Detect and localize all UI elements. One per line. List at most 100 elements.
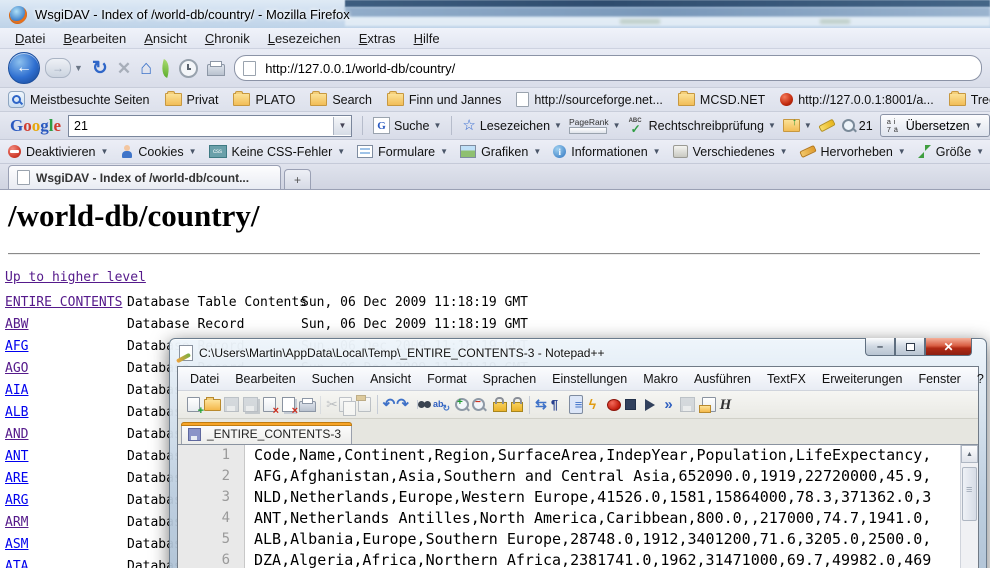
menu-item[interactable]: Hilfe [405, 31, 449, 46]
menu-item[interactable]: Chronik [196, 31, 259, 46]
webdev-item[interactable]: Größe ▼ [918, 145, 984, 159]
listing-link[interactable]: AIA [5, 380, 127, 402]
google-search-input[interactable] [69, 118, 333, 134]
spellcheck-button[interactable]: Rechtschreibprüfung ▼ [628, 118, 776, 133]
forward-button[interactable]: → [45, 58, 71, 78]
menu-item[interactable]: Datei [6, 31, 54, 46]
scroll-up-icon[interactable]: ▲ [961, 445, 978, 463]
toolbar-button[interactable] [564, 395, 583, 414]
menu-item[interactable]: Erweiterungen [814, 372, 911, 386]
dropdown-caret-icon[interactable]: ▼ [189, 147, 197, 156]
history-clock-icon[interactable] [179, 59, 198, 78]
menu-item[interactable]: Bearbeiten [54, 31, 135, 46]
print-button[interactable] [207, 64, 225, 76]
toolbar-button[interactable] [184, 395, 203, 414]
menu-item[interactable]: Einstellungen [544, 372, 635, 386]
toolbar-button[interactable] [355, 395, 374, 414]
bookmark-item[interactable]: http://127.0.0.1:8001/a... [780, 93, 934, 107]
bookmark-item[interactable]: MCSD.NET [678, 93, 765, 107]
toolbar-button[interactable] [317, 395, 336, 414]
toolbar-button[interactable] [526, 395, 545, 414]
dropdown-caret-icon[interactable]: ▼ [975, 121, 983, 130]
webdev-item[interactable]: Hervorheben ▼ [800, 145, 906, 159]
menu-item[interactable]: ? [969, 372, 990, 386]
stop-button[interactable]: ✕ [117, 60, 131, 77]
home-button[interactable]: ⌂ [140, 58, 152, 78]
toolbar-button[interactable] [260, 395, 279, 414]
close-button[interactable]: ✕ [925, 338, 972, 356]
toolbar-button[interactable] [336, 395, 355, 414]
new-tab-button[interactable]: + [284, 169, 311, 189]
url-bar[interactable] [234, 55, 982, 81]
notepad-titlebar[interactable]: C:\Users\Martin\AppData\Local\Temp\_ENTI… [170, 339, 986, 366]
listing-link[interactable]: ENTIRE CONTENTS [5, 292, 127, 314]
toolbar-button[interactable] [412, 395, 431, 414]
toolbar-button[interactable] [488, 395, 507, 414]
bookmark-item[interactable]: Tree Samples [949, 93, 990, 107]
listing-link[interactable]: ASM [5, 534, 127, 556]
dropdown-caret-icon[interactable]: ▼ [613, 121, 621, 130]
webdev-item[interactable]: Informationen ▼ [553, 145, 660, 159]
translate-button[interactable]: ai7ä Übersetzen ▼ [880, 114, 990, 137]
toolbar-button[interactable] [241, 395, 260, 414]
bookmark-item[interactable]: Search [310, 93, 372, 107]
leaf-addon-icon[interactable] [159, 59, 173, 78]
history-dropdown-icon[interactable]: ▼ [74, 63, 83, 73]
google-search-box[interactable]: ▼ [68, 115, 352, 137]
menu-item[interactable]: Extras [350, 31, 405, 46]
search-dropdown-icon[interactable]: ▼ [333, 117, 351, 135]
vertical-scrollbar[interactable]: ▲ [960, 445, 978, 568]
toolbar-button[interactable] [678, 395, 697, 414]
toolbar-button[interactable] [602, 395, 621, 414]
toolbar-button[interactable] [450, 395, 469, 414]
text-editor[interactable]: 1 Code,Name,Continent,Region,SurfaceArea… [178, 444, 978, 568]
bookmark-item[interactable]: http://sourceforge.net... [516, 92, 663, 107]
dropdown-caret-icon[interactable]: ▼ [554, 121, 562, 130]
word-find-button[interactable]: 21 [842, 119, 873, 133]
webdev-item[interactable]: Cookies ▼ [120, 145, 196, 159]
toolbar-button[interactable] [279, 395, 298, 414]
reload-button[interactable]: ↻ [92, 59, 108, 78]
webdev-item[interactable]: Formulare ▼ [357, 145, 448, 159]
menu-item[interactable]: Datei [182, 372, 227, 386]
google-bookmarks-button[interactable]: ☆ Lesezeichen ▼ [462, 118, 562, 133]
toolbar-button[interactable] [222, 395, 241, 414]
dropdown-caret-icon[interactable]: ▼ [337, 147, 345, 156]
bookmark-item[interactable]: Meistbesuchte Seiten [8, 91, 150, 108]
menu-item[interactable]: Ausführen [686, 372, 759, 386]
toolbar-button[interactable] [298, 395, 317, 414]
listing-link[interactable]: ALB [5, 402, 127, 424]
menu-item[interactable]: Lesezeichen [259, 31, 350, 46]
toolbar-button[interactable] [507, 395, 526, 414]
dropdown-caret-icon[interactable]: ▼ [653, 147, 661, 156]
dropdown-caret-icon[interactable]: ▼ [100, 147, 108, 156]
up-to-higher-level-link[interactable]: Up to higher level [5, 270, 146, 285]
menu-item[interactable]: TextFX [759, 372, 814, 386]
listing-link[interactable]: ABW [5, 314, 127, 336]
toolbar-button[interactable] [431, 395, 450, 414]
webdev-item[interactable]: Keine CSS-Fehler ▼ [209, 145, 346, 159]
document-tab[interactable]: _ENTIRE_CONTENTS-3 [181, 422, 352, 445]
toolbar-button[interactable] [374, 395, 393, 414]
listing-link[interactable]: ARE [5, 468, 127, 490]
webdev-item[interactable]: Deaktivieren ▼ [8, 145, 108, 159]
toolbar-button[interactable] [697, 395, 716, 414]
menu-item[interactable]: Suchen [304, 372, 362, 386]
restore-button[interactable] [895, 338, 925, 356]
toolbar-button[interactable] [583, 395, 602, 414]
dropdown-caret-icon[interactable]: ▼ [433, 121, 441, 130]
minimize-button[interactable]: – [865, 338, 895, 356]
webdev-item[interactable]: Verschiedenes ▼ [673, 145, 788, 159]
bookmark-item[interactable]: PLATO [233, 93, 295, 107]
dropdown-caret-icon[interactable]: ▼ [440, 147, 448, 156]
menu-item[interactable]: Ansicht [362, 372, 419, 386]
toolbar-button[interactable] [640, 395, 659, 414]
pagerank-indicator[interactable]: PageRank ▼ [569, 118, 621, 134]
autofill-button[interactable]: ▼ [783, 119, 812, 132]
toolbar-button[interactable] [393, 395, 412, 414]
toolbar-button[interactable] [545, 395, 564, 414]
bookmark-item[interactable]: Privat [165, 93, 219, 107]
menu-item[interactable]: Ansicht [135, 31, 196, 46]
scrollbar-thumb[interactable] [962, 467, 977, 521]
listing-link[interactable]: ANT [5, 446, 127, 468]
